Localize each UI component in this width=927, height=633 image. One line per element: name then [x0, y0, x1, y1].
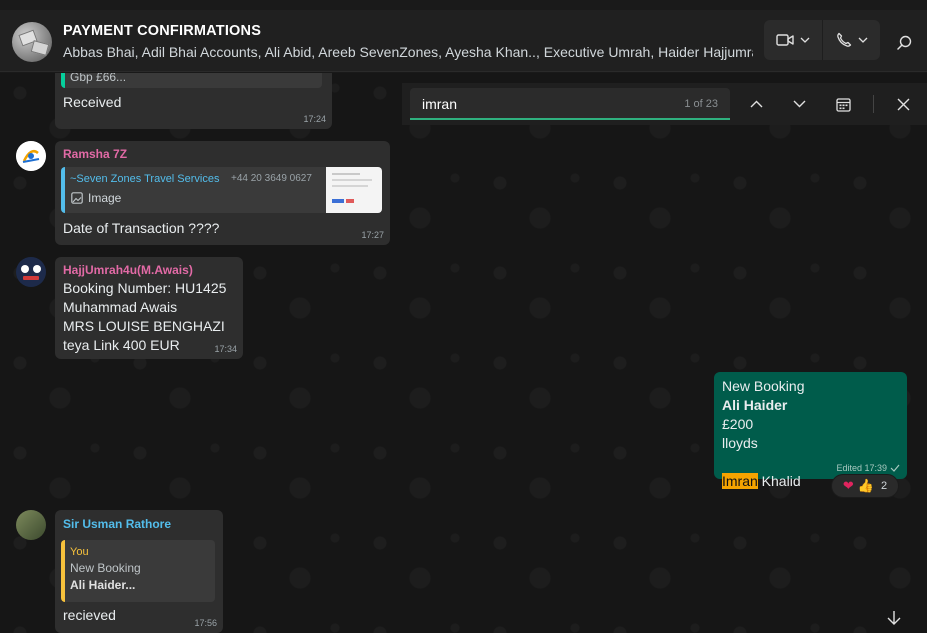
chat-messages-area[interactable]: Gbp £66... Received 17:24 Ramsha 7Z ~Sev… [0, 73, 927, 633]
message-line-5-rest: Khalid [757, 473, 801, 489]
chat-title[interactable]: PAYMENT CONFIRMATIONS [63, 23, 261, 39]
sender-name[interactable]: Ramsha 7Z [63, 147, 127, 161]
message-time: 17:56 [194, 618, 217, 628]
quoted-line-2: Ali Haider... [70, 578, 136, 592]
next-result-button[interactable] [787, 92, 811, 116]
heart-reaction-icon: ❤ [842, 478, 854, 493]
header-search-button[interactable] [892, 30, 916, 54]
quoted-text: Gbp £66... [70, 73, 127, 84]
message-text: Received [63, 94, 122, 110]
chevron-up-icon [750, 100, 762, 108]
quoted-media-type: Image [88, 191, 122, 205]
message-text: Booking Number: HU1425 Muhammad Awais MR… [63, 280, 227, 353]
message-reactions[interactable]: ❤ 👍 2 [831, 474, 899, 498]
quoted-phone: +44 20 3649 0627 [231, 173, 312, 184]
search-match-highlight: Imran [722, 473, 758, 489]
chevron-down-icon [858, 37, 867, 43]
chat-members-list[interactable]: Abbas Bhai, Adil Bhai Accounts, Ali Abid… [63, 44, 753, 60]
scroll-to-bottom-button[interactable] [880, 604, 908, 632]
message-bubble[interactable]: Ramsha 7Z ~Seven Zones Travel Services +… [55, 141, 390, 245]
previous-result-button[interactable] [744, 92, 768, 116]
quoted-line-1: New Booking [70, 561, 141, 575]
close-search-button[interactable] [891, 92, 915, 116]
in-chat-search-panel: 1 of 23 [402, 83, 927, 125]
arrow-down-icon [887, 611, 901, 625]
chevron-down-icon [793, 100, 805, 108]
calendar-icon [835, 97, 851, 112]
sender-name[interactable]: Sir Usman Rathore [63, 517, 171, 531]
message-bubble[interactable]: Sir Usman Rathore You New Booking Ali Ha… [55, 510, 223, 633]
quoted-message[interactable]: ~Seven Zones Travel Services +44 20 3649… [61, 167, 382, 213]
read-check-icon [890, 464, 900, 472]
close-icon [897, 98, 909, 110]
quoted-sender: You [70, 546, 89, 558]
quoted-message[interactable]: You New Booking Ali Haider... [61, 540, 215, 602]
search-icon [896, 35, 911, 50]
message-line-5: Imran Khalid [722, 453, 801, 491]
message-time: 17:24 [303, 114, 326, 124]
travel-logo-icon [16, 141, 46, 171]
group-avatar[interactable] [12, 22, 52, 62]
message-line-4: lloyds [722, 435, 758, 451]
quoted-message[interactable]: Gbp £66... [61, 73, 322, 88]
sender-avatar[interactable] [16, 141, 46, 171]
chat-header[interactable]: PAYMENT CONFIRMATIONS Abbas Bhai, Adil B… [0, 10, 927, 72]
search-box[interactable]: 1 of 23 [410, 88, 730, 120]
sender-name[interactable]: HajjUmrah4u(M.Awais) [63, 263, 193, 277]
message-line-2: Ali Haider [722, 397, 788, 413]
message-text: Date of Transaction ???? [63, 220, 220, 236]
voice-call-button[interactable] [822, 20, 880, 60]
search-input[interactable] [422, 95, 662, 113]
reaction-count: 2 [880, 480, 888, 492]
window-top-strip [0, 0, 927, 10]
message-text: recieved [63, 607, 116, 623]
search-by-date-button[interactable] [831, 92, 855, 116]
image-icon [71, 192, 83, 204]
message-bubble[interactable]: Gbp £66... Received 17:24 [55, 73, 332, 129]
video-call-icon [776, 34, 794, 46]
search-panel-divider [873, 95, 874, 113]
message-bubble[interactable]: HajjUmrah4u(M.Awais) Booking Number: HU1… [55, 257, 243, 359]
call-button-group [764, 20, 880, 60]
search-result-count: 1 of 23 [684, 98, 718, 110]
voice-call-icon [836, 32, 851, 47]
quoted-sender: ~Seven Zones Travel Services [70, 173, 220, 185]
sender-avatar[interactable] [16, 510, 46, 540]
quoted-image-thumbnail [326, 167, 382, 213]
message-time: 17:27 [361, 230, 384, 240]
outgoing-message-bubble[interactable]: New Booking Ali Haider £200 lloyds Imran… [714, 372, 907, 489]
sender-avatar[interactable] [16, 257, 46, 287]
chevron-down-icon [800, 37, 810, 43]
hajj-logo-icon [16, 257, 46, 287]
message-time: 17:34 [214, 344, 237, 354]
message-line-1: New Booking [722, 378, 805, 394]
message-line-3: £200 [722, 416, 754, 432]
message-time: Edited 17:39 [836, 463, 887, 473]
thumbs-up-reaction-icon: 👍 [857, 478, 874, 493]
video-call-button[interactable] [764, 20, 822, 60]
